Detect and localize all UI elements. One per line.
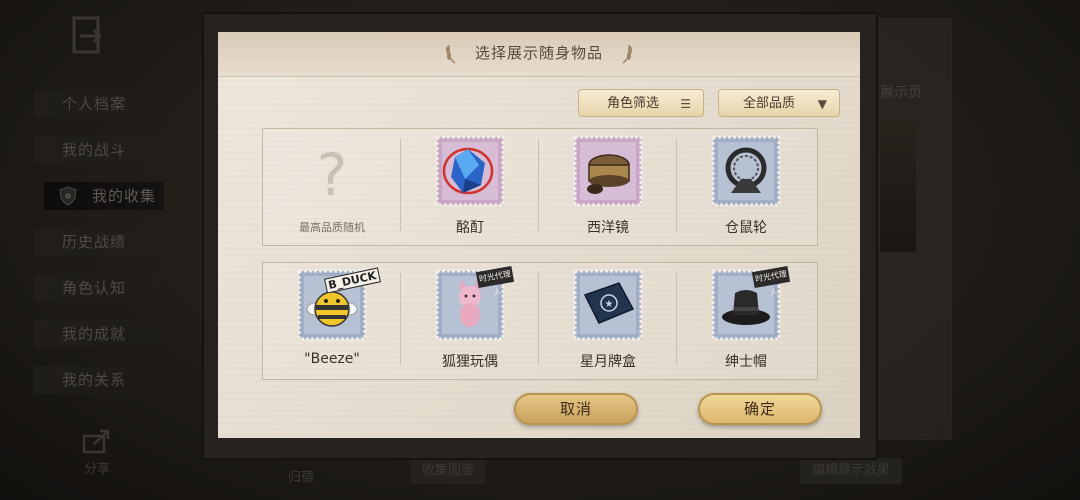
item-cell-card-box[interactable]: ★ 星月牌盒 (539, 263, 677, 375)
item-label: 仓鼠轮 (725, 220, 767, 236)
item-label: 星月牌盒 (580, 354, 636, 370)
item-cell-fox-doll[interactable]: 时光代理人 狐狸玩偶 (401, 263, 539, 375)
blue-gem-icon (435, 135, 505, 207)
question-mark-icon: ? (317, 141, 348, 207)
cancel-button[interactable]: 取消 (514, 393, 638, 425)
item-cell-random[interactable]: ? 最高品质随机 (263, 129, 401, 241)
laurel-left-icon (446, 44, 456, 64)
svg-text:★: ★ (605, 299, 614, 310)
item-cell-hamster-wheel[interactable]: 仓鼠轮 (677, 129, 815, 241)
quality-filter-dropdown[interactable]: 全部品质 ▼ (718, 89, 840, 117)
items-grid-row-2: B_DUCK "Beeze" 时光代理人 狐狸玩偶 ★ 星月牌盒 时光代理人 绅… (262, 262, 818, 380)
item-cell-top-hat[interactable]: 时光代理人 绅士帽 (677, 263, 815, 375)
list-icon: ☰ (680, 97, 691, 111)
item-cell-zoetrope[interactable]: 西洋镜 (539, 129, 677, 241)
hamster-wheel-icon (711, 135, 781, 207)
confirm-button[interactable]: 确定 (698, 393, 822, 425)
item-label: 最高品质随机 (299, 221, 365, 234)
modal-title-row: 选择展示随身物品 (218, 42, 860, 65)
role-filter-label: 角色筛选 (607, 96, 660, 111)
item-label: 狐狸玩偶 (442, 354, 498, 370)
item-label: 西洋镜 (587, 220, 629, 236)
item-label: 酩酊 (456, 220, 484, 236)
item-cell-beeze[interactable]: B_DUCK "Beeze" (263, 263, 401, 375)
item-label: 绅士帽 (725, 354, 767, 370)
item-cell-mingding[interactable]: 酩酊 (401, 129, 539, 241)
card-box-icon: ★ (573, 269, 643, 341)
modal-title: 选择展示随身物品 (474, 44, 603, 62)
quality-filter-label: 全部品质 (743, 96, 796, 111)
laurel-right-icon (622, 44, 632, 64)
items-grid-row-1: ? 最高品质随机 酩酊 西洋镜 仓鼠轮 (262, 128, 818, 246)
item-label: "Beeze" (304, 351, 360, 367)
zoetrope-icon (573, 135, 643, 207)
chevron-down-icon: ▼ (817, 97, 827, 111)
role-filter-button[interactable]: 角色筛选 ☰ (578, 89, 704, 117)
svg-text:?: ? (317, 141, 348, 207)
